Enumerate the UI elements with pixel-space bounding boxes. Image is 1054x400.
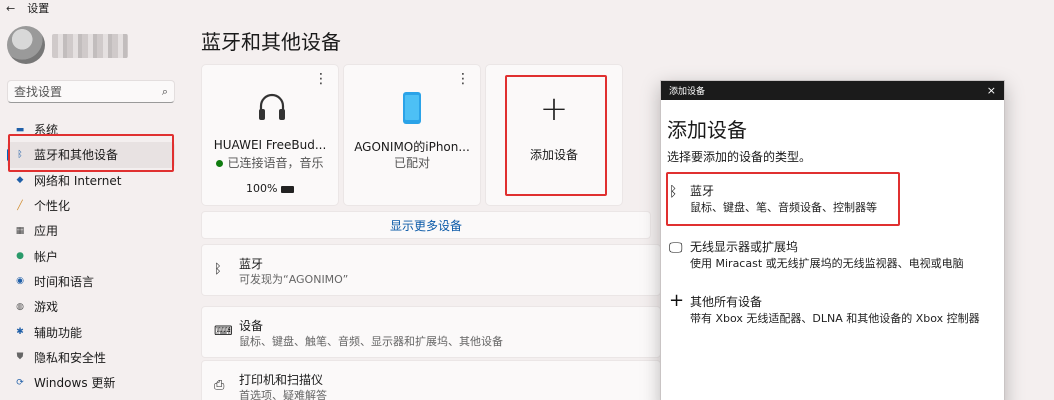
user-name-blurred xyxy=(52,34,128,58)
option-title: 无线显示器或扩展坞 xyxy=(690,240,799,254)
window-title: 设置 xyxy=(27,2,50,15)
battery-level: 100% xyxy=(202,182,338,195)
sidebar-item-bluetooth[interactable]: ᛒ 蓝牙和其他设备 xyxy=(7,142,175,168)
dialog-subtitle: 选择要添加的设备的类型。 xyxy=(667,150,812,164)
bluetooth-icon: ᛒ xyxy=(214,262,222,277)
plus-icon: + xyxy=(669,290,685,311)
option-wireless-display[interactable]: 🖵 无线显示器或扩展坞 使用 Miracast 或无线扩展坞的无线监视器、电视或… xyxy=(667,238,997,274)
bluetooth-icon: ᛒ xyxy=(17,149,23,160)
device-card-phone[interactable]: ⋮ AGONIMO的iPhon... 已配对 xyxy=(343,64,481,206)
sidebar-item-label: 应用 xyxy=(34,224,59,239)
brush-icon: ╱ xyxy=(17,200,23,211)
display-icon: ▬ xyxy=(15,124,25,135)
row-title: 蓝牙 xyxy=(239,257,264,271)
battery-text: 100% xyxy=(246,182,278,195)
battery-icon xyxy=(280,185,294,193)
add-device-dialog: 添加设备 × 添加设备 选择要添加的设备的类型。 ᛒ 蓝牙 鼠标、键盘、笔、音频… xyxy=(660,80,1005,400)
accessibility-icon: ✱ xyxy=(16,327,24,338)
sidebar-item-accessibility[interactable]: ✱ 辅助功能 xyxy=(7,319,175,344)
row-subtitle: 首选项、疑难解答 xyxy=(239,389,327,400)
device-card-headphones[interactable]: ⋮ HUAWEI FreeBud... 已连接语音，音乐 100% xyxy=(201,64,339,206)
devices-row[interactable]: ⌨ 设备 鼠标、键盘、触笔、音频、显示器和扩展坞、其他设备 xyxy=(201,306,661,358)
title-bar: ← 设置 xyxy=(6,0,49,16)
sidebar-item-personalization[interactable]: ╱ 个性化 xyxy=(7,193,175,218)
device-status: 已配对 xyxy=(393,156,430,170)
monitor-icon: 🖵 xyxy=(669,240,683,256)
show-more-devices-link[interactable]: 显示更多设备 xyxy=(201,211,651,239)
page-title: 蓝牙和其他设备 xyxy=(201,30,341,54)
sidebar-item-label: 隐私和安全性 xyxy=(34,350,107,365)
sidebar-item-system[interactable]: ▬ 系统 xyxy=(7,117,175,142)
sidebar-item-privacy[interactable]: ⛊ 隐私和安全性 xyxy=(7,345,175,370)
row-subtitle: 可发现为“AGONIMO” xyxy=(239,273,349,286)
sidebar-item-network[interactable]: ◆ 网络和 Internet xyxy=(7,168,175,193)
row-title: 打印机和扫描仪 xyxy=(239,373,324,387)
close-icon[interactable]: × xyxy=(987,84,996,97)
bluetooth-row[interactable]: ᛒ 蓝牙 可发现为“AGONIMO” xyxy=(201,244,661,296)
dialog-title: 添加设备 xyxy=(667,118,747,142)
back-arrow-icon[interactable]: ← xyxy=(6,2,15,15)
printers-row[interactable]: ⎙ 打印机和扫描仪 首选项、疑难解答 xyxy=(201,360,661,400)
sidebar-item-time-language[interactable]: ◉ 时间和语言 xyxy=(7,269,175,294)
phone-icon xyxy=(403,92,421,124)
search-placeholder: 查找设置 xyxy=(14,85,63,99)
search-icon[interactable]: ⌕ xyxy=(162,85,168,99)
device-status: 已连接语音，音乐 xyxy=(202,154,338,171)
option-everything-else[interactable]: + 其他所有设备 带有 Xbox 无线适配器、DLNA 和其他设备的 Xbox … xyxy=(667,290,997,329)
sidebar-item-gaming[interactable]: ◍ 游戏 xyxy=(7,294,175,319)
gamepad-icon: ◍ xyxy=(16,301,24,312)
sidebar-item-windows-update[interactable]: ⟳ Windows 更新 xyxy=(7,370,175,395)
sidebar-item-label: 辅助功能 xyxy=(34,325,83,340)
sidebar-item-label: 网络和 Internet xyxy=(34,173,122,188)
sidebar-nav: ▬ 系统 ᛒ 蓝牙和其他设备 ◆ 网络和 Internet ╱ 个性化 ▦ 应用… xyxy=(7,117,175,395)
update-icon: ⟳ xyxy=(16,377,24,388)
avatar[interactable] xyxy=(7,26,45,64)
apps-icon: ▦ xyxy=(15,225,25,236)
sidebar-item-label: 帐户 xyxy=(34,249,59,264)
device-status-text: 已连接语音，音乐 xyxy=(227,156,324,170)
option-subtitle: 使用 Miracast 或无线扩展坞的无线监视器、电视或电脑 xyxy=(690,257,964,270)
sidebar-item-label: 时间和语言 xyxy=(34,274,95,289)
dialog-bar-title: 添加设备 xyxy=(669,87,706,97)
row-title: 设备 xyxy=(239,319,264,333)
row-subtitle: 鼠标、键盘、触笔、音频、显示器和扩展坞、其他设备 xyxy=(239,335,503,348)
globe-icon: ◉ xyxy=(16,276,24,287)
sidebar-item-label: Windows 更新 xyxy=(34,376,116,391)
keyboard-icon: ⌨ xyxy=(214,324,233,339)
sidebar-item-label: 系统 xyxy=(34,123,59,138)
shield-icon: ⛊ xyxy=(16,352,24,363)
device-name: AGONIMO的iPhon... xyxy=(354,140,470,154)
sidebar-item-label: 游戏 xyxy=(34,300,59,315)
sidebar-item-label: 个性化 xyxy=(34,199,71,214)
option-subtitle: 带有 Xbox 无线适配器、DLNA 和其他设备的 Xbox 控制器 xyxy=(690,312,980,325)
more-options-icon[interactable]: ⋮ xyxy=(314,71,328,87)
printer-icon: ⎙ xyxy=(214,378,225,393)
sidebar-item-label: 蓝牙和其他设备 xyxy=(34,148,119,163)
headphones-icon xyxy=(259,93,285,120)
device-name: HUAWEI FreeBud... xyxy=(213,138,327,152)
dialog-title-bar: 添加设备 × xyxy=(661,81,1004,100)
connected-dot-icon xyxy=(216,160,224,167)
wifi-icon: ◆ xyxy=(16,175,24,186)
more-options-icon[interactable]: ⋮ xyxy=(456,71,470,87)
annotation-highlight-add-device xyxy=(505,75,607,196)
sidebar-item-apps[interactable]: ▦ 应用 xyxy=(7,218,175,243)
annotation-highlight-bluetooth-option xyxy=(666,172,900,226)
search-input[interactable]: 查找设置 ⌕ xyxy=(7,80,175,103)
person-icon: ● xyxy=(16,251,24,262)
option-title: 其他所有设备 xyxy=(690,295,763,309)
sidebar-item-accounts[interactable]: ● 帐户 xyxy=(7,243,175,268)
